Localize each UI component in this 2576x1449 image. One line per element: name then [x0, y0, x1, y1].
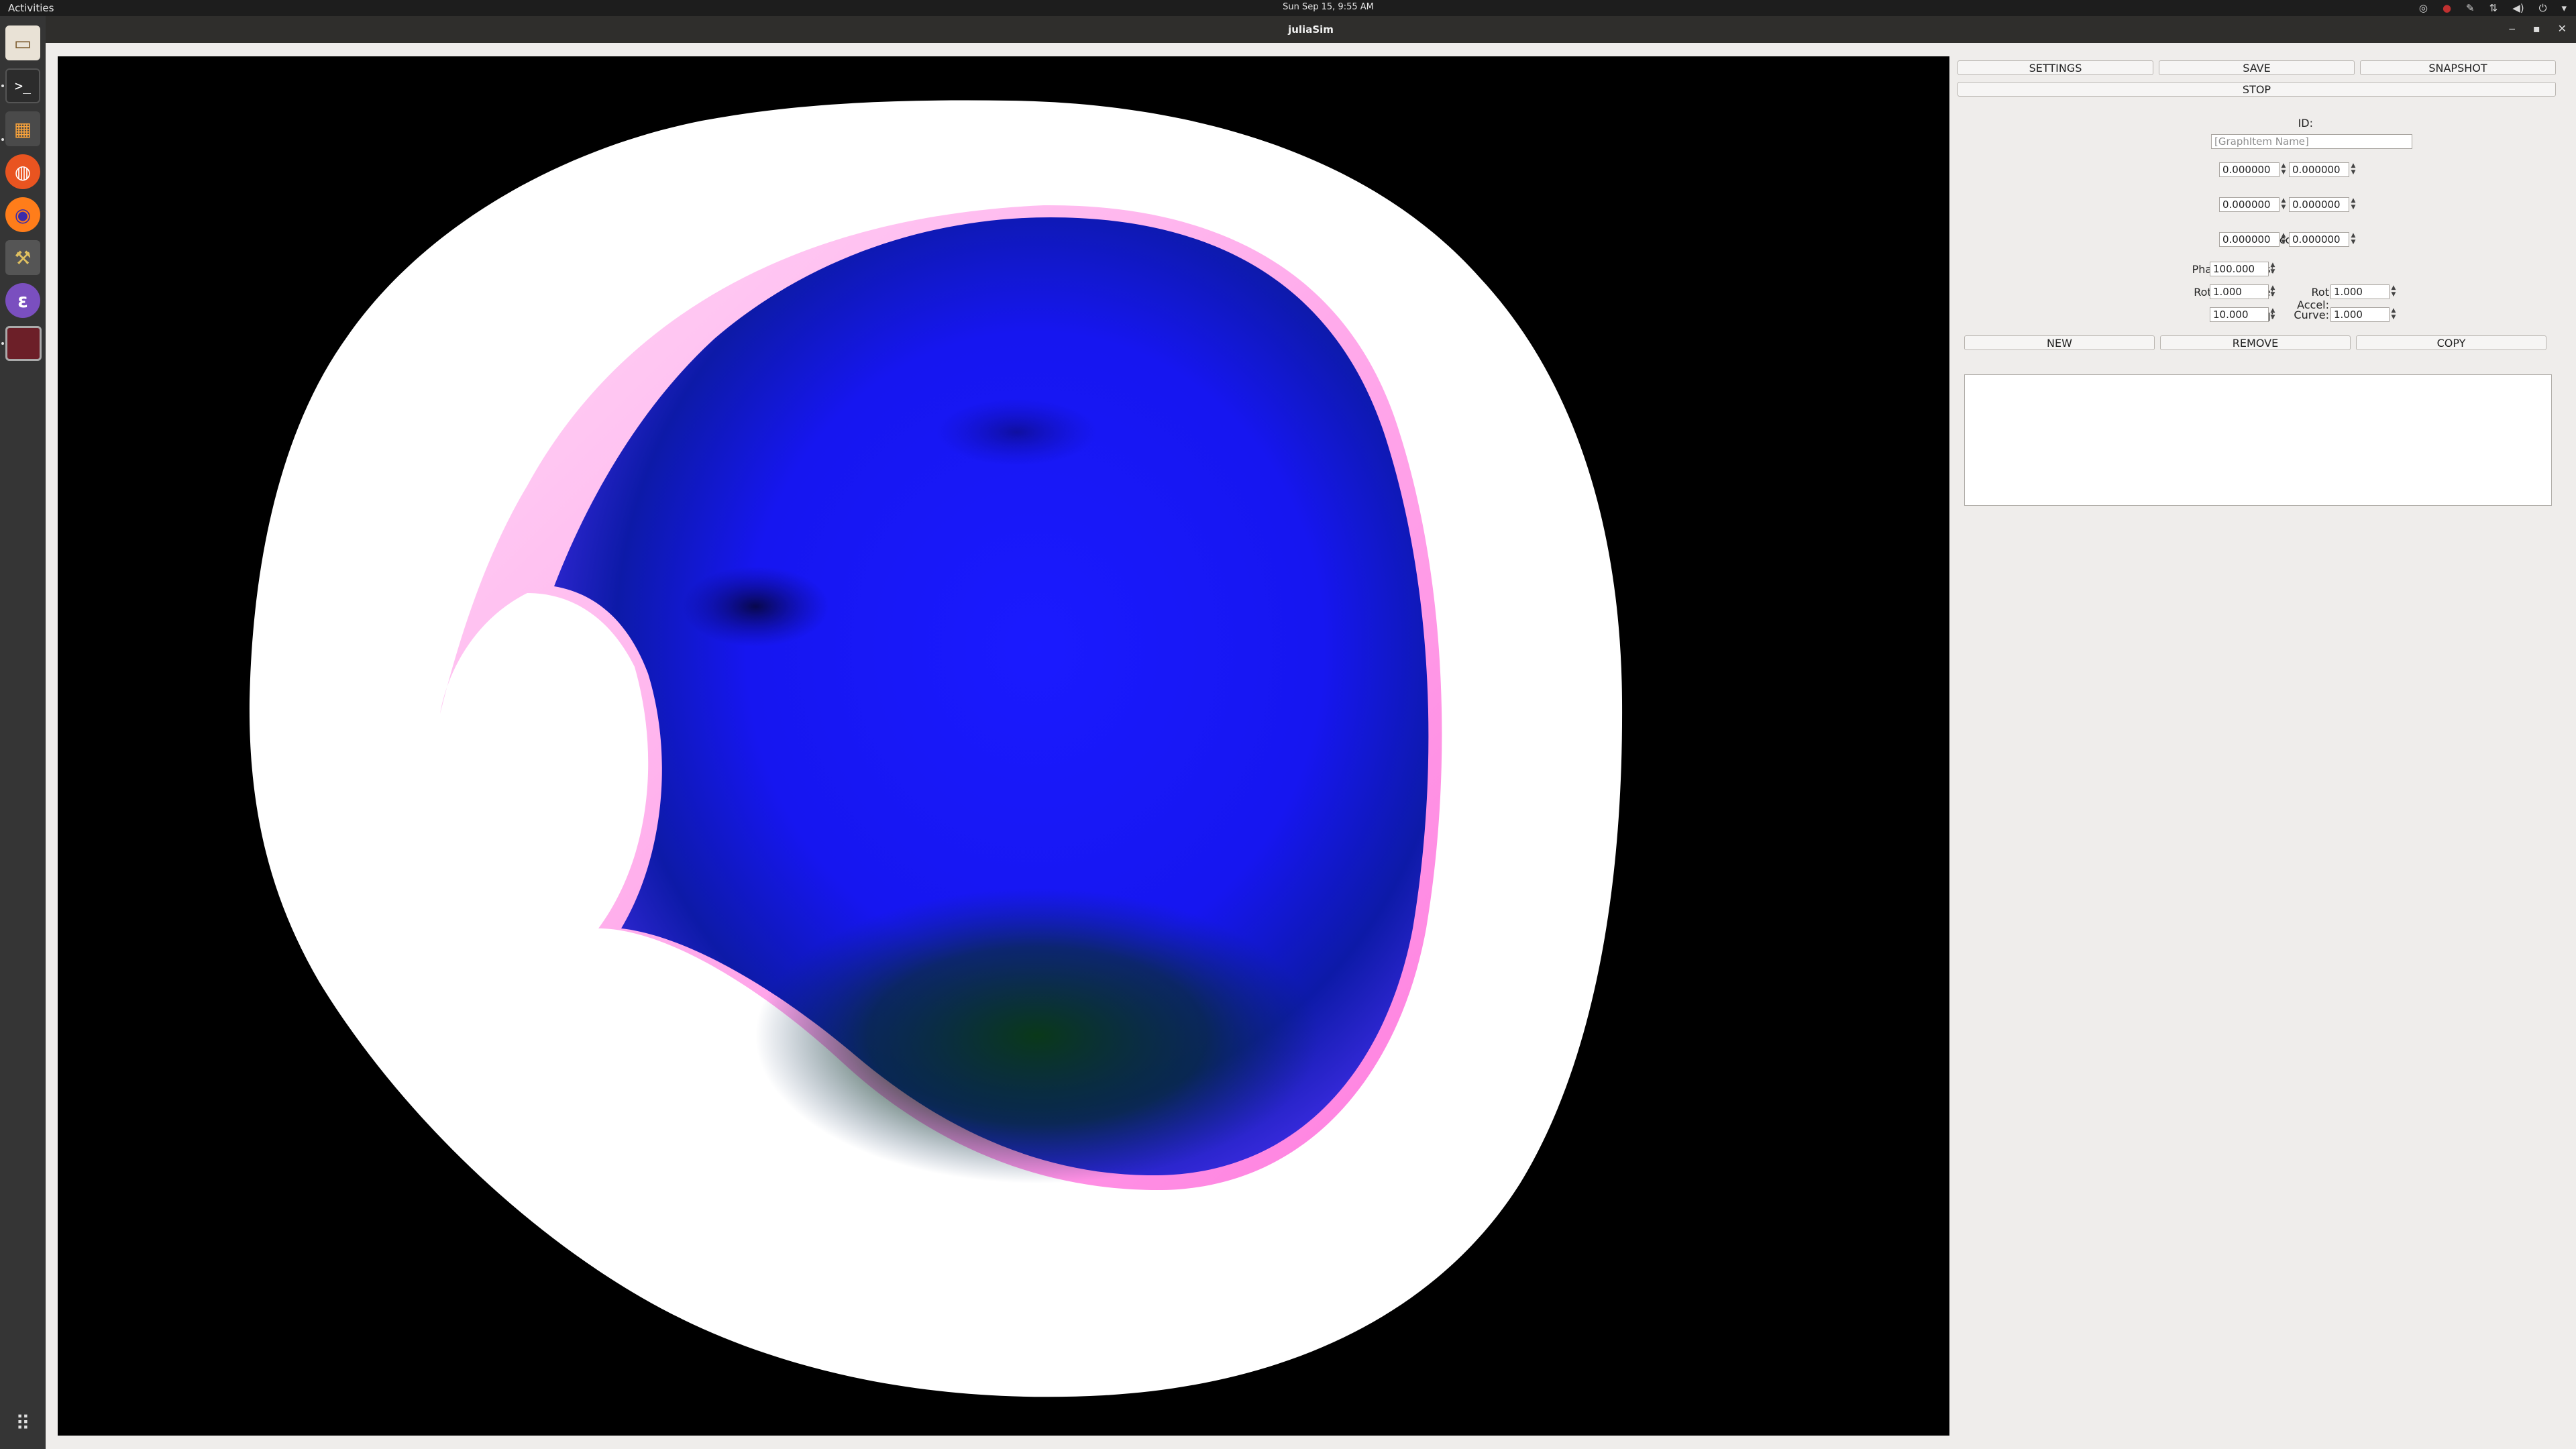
firefox-icon[interactable]: ◉	[5, 197, 40, 232]
volume-icon[interactable]: ◀)	[2512, 2, 2524, 14]
close-icon[interactable]: ✕	[2558, 22, 2567, 35]
emacs-icon[interactable]: ε	[5, 283, 40, 318]
acceleration-x-field[interactable]: 0.000000	[2219, 232, 2279, 247]
running-indicator	[1, 85, 4, 87]
window-title-bar[interactable]: juliaSim ‒ ▪ ✕	[46, 16, 2576, 43]
files-icon[interactable]: ▭	[5, 25, 40, 60]
snapshot-button[interactable]: SNAPSHOT	[2360, 60, 2556, 75]
spinner-arrows-icon[interactable]: ▲ ▼	[2269, 262, 2277, 276]
clock[interactable]: Sun Sep 15, 9:55 AM	[1261, 2, 1395, 12]
position-y-field[interactable]: 0.000000	[2289, 162, 2349, 177]
record-icon[interactable]: ●	[2443, 2, 2451, 14]
velocity-x-field[interactable]: 0.000000	[2219, 197, 2279, 212]
fractal-canvas[interactable]	[58, 56, 1949, 1436]
fractal-swirl	[682, 566, 829, 647]
calculator-icon[interactable]: ▦	[5, 111, 40, 146]
steam-icon[interactable]: ◎	[2419, 2, 2428, 14]
chevron-down-icon[interactable]: ▾	[2561, 2, 2567, 14]
window-title: juliaSim	[1288, 23, 1334, 36]
activities-button[interactable]: Activities	[8, 2, 54, 14]
spinner-arrows-icon[interactable]: ▲ ▼	[2349, 162, 2357, 177]
phase-radius-field[interactable]: 100.000	[2210, 262, 2269, 276]
maximize-icon[interactable]: ▪	[2533, 22, 2540, 35]
velocity-y-field[interactable]: 0.000000	[2289, 197, 2349, 212]
spinner-arrows-icon[interactable]: ▲ ▼	[2269, 284, 2277, 299]
fractal-green-shadow	[755, 888, 1319, 1183]
curve-field[interactable]: 1.000	[2330, 307, 2390, 322]
rot-accel-label: Rot Accel:	[2297, 286, 2329, 311]
top-bar: Activities Sun Sep 15, 9:55 AM ◎ ● ✎ ⇅ ◀…	[0, 0, 2576, 16]
freq-field[interactable]: 10.000	[2210, 307, 2269, 322]
terminal-icon[interactable]: >_	[5, 68, 40, 103]
minimize-icon[interactable]: ‒	[2509, 22, 2516, 35]
app-window-icon[interactable]	[5, 326, 42, 361]
fractal-image	[249, 100, 1623, 1397]
spinner-arrows-icon[interactable]: ▲ ▼	[2390, 284, 2398, 299]
running-indicator	[1, 342, 4, 345]
new-button[interactable]: NEW	[1964, 335, 2155, 350]
remove-button[interactable]: REMOVE	[2160, 335, 2351, 350]
stop-button[interactable]: STOP	[1957, 82, 2556, 97]
network-icon[interactable]: ⇅	[2489, 2, 2498, 14]
position-x-field[interactable]: 0.000000	[2219, 162, 2279, 177]
graph-item-list[interactable]	[1964, 374, 2552, 506]
spinner-arrows-icon[interactable]: ▲ ▼	[2390, 307, 2398, 322]
spinner-arrows-icon[interactable]: ▲ ▼	[2279, 162, 2288, 177]
power-icon[interactable]: ⏻	[2539, 2, 2547, 14]
pen-icon[interactable]: ✎	[2466, 2, 2475, 14]
rot-accel-field[interactable]: 1.000	[2330, 284, 2390, 299]
spinner-arrows-icon[interactable]: ▲ ▼	[2269, 307, 2277, 322]
spinner-arrows-icon[interactable]: ▲ ▼	[2349, 232, 2357, 247]
fractal-swirl	[936, 398, 1097, 466]
dock: ▭ >_ ▦ ◍ ◉ ⚒ ε ⠿	[0, 16, 46, 1449]
show-applications-icon[interactable]: ⠿	[5, 1406, 40, 1441]
id-label: ID:	[2298, 117, 2313, 129]
tools-icon[interactable]: ⚒	[5, 240, 40, 275]
rot-vel-field[interactable]: 1.000	[2210, 284, 2269, 299]
spinner-arrows-icon[interactable]: ▲ ▼	[2279, 197, 2288, 212]
running-indicator	[1, 138, 4, 141]
spinner-arrows-icon[interactable]: ▲ ▼	[2349, 197, 2357, 212]
system-tray: ◎ ● ✎ ⇅ ◀) ⏻ ▾	[2419, 1, 2567, 15]
save-button[interactable]: SAVE	[2159, 60, 2355, 75]
acceleration-y-field[interactable]: 0.000000	[2289, 232, 2349, 247]
curve-label: Curve:	[2294, 309, 2329, 321]
software-center-icon[interactable]: ◍	[5, 154, 40, 189]
settings-button[interactable]: SETTINGS	[1957, 60, 2153, 75]
spinner-arrows-icon[interactable]: ▲ ▼	[2279, 232, 2288, 247]
app-window: SETTINGS SAVE SNAPSHOT STOP ID: Name: [G…	[46, 43, 2576, 1449]
name-field[interactable]: [GraphItem Name]	[2211, 134, 2412, 149]
copy-button[interactable]: COPY	[2356, 335, 2546, 350]
